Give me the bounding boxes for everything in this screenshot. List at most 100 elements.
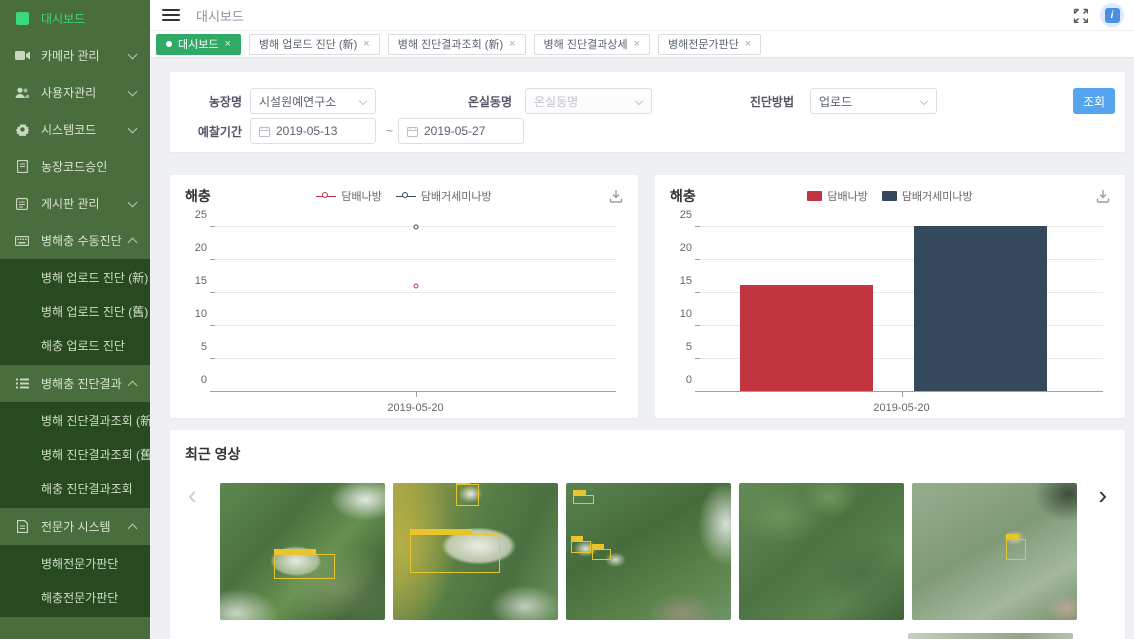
tab-0[interactable]: 대시보드 × (156, 34, 241, 55)
sidebar-item-label: 사용자관리 (41, 84, 96, 101)
filter-panel: 농장명 시설원예연구소 온실동명 온실동명 진단방법 업로드 조회 예찰기 (170, 72, 1125, 152)
file-icon (14, 519, 30, 535)
chevron-down-icon (128, 198, 138, 208)
close-tab-icon[interactable]: × (509, 38, 515, 50)
chart-plot-area: 05101520252019-05-20 (700, 227, 1103, 392)
download-icon[interactable] (1096, 189, 1110, 203)
list-icon (14, 376, 30, 392)
leaf-photo-partial[interactable] (908, 633, 1073, 639)
leaf-photo-4[interactable] (739, 483, 904, 620)
tab-4[interactable]: 병해전문가판단× (658, 34, 761, 55)
chevron-down-icon (920, 97, 928, 105)
recent-images-panel: 최근 영상 ‹ › (170, 430, 1125, 639)
method-label: 진단방법 (732, 93, 794, 110)
y-tick-label: 5 (662, 341, 692, 353)
legend-item[interactable]: 담배나방 (807, 188, 867, 204)
gridline (215, 292, 616, 293)
method-select[interactable]: 업로드 (810, 88, 937, 114)
leaf-photo-3[interactable] (566, 483, 731, 620)
legend-item[interactable]: 담배거세미나방 (396, 188, 492, 204)
data-point-담배나방[interactable] (413, 284, 418, 289)
legend-line-marker (396, 192, 416, 200)
detection-label-tag (410, 529, 472, 534)
sidebar-item-6[interactable]: 병해충 수동진단 (0, 222, 150, 259)
bar-담배거세미나방[interactable] (914, 226, 1047, 391)
x-tick-mark (902, 392, 903, 397)
legend-label: 담배거세미나방 (421, 188, 492, 204)
search-button[interactable]: 조회 (1073, 88, 1115, 114)
detection-label-tag (456, 483, 471, 484)
close-tab-icon[interactable]: × (224, 38, 230, 50)
sidebar-submenu: 병해 진단결과조회 (新)병해 진단결과조회 (舊)해충 진단결과조회 (0, 402, 150, 508)
detection-box (274, 554, 335, 579)
sidebar-item-label: 농장코드승인 (41, 158, 107, 175)
legend-swatch (807, 191, 822, 201)
sidebar-item-2[interactable]: 사용자관리 (0, 74, 150, 111)
legend-item[interactable]: 담배나방 (316, 188, 381, 204)
download-icon[interactable] (609, 189, 623, 203)
detection-box (571, 541, 591, 553)
detection-box (456, 484, 479, 506)
leaf-photo-1[interactable] (220, 483, 385, 620)
sidebar-item-1[interactable]: 카메라 관리 (0, 37, 150, 74)
sidebar-item-5[interactable]: 게시판 관리 (0, 185, 150, 222)
sidebar-subitem[interactable]: 해충전문가판단 (0, 581, 150, 615)
bar-담배나방[interactable] (740, 285, 873, 391)
period-start-input[interactable]: 2019-05-13 (250, 118, 376, 144)
sidebar-subitem[interactable]: 병해 진단결과조회 (新) (0, 404, 150, 438)
sidebar-subitem[interactable]: 병해 업로드 진단 (新) (0, 261, 150, 295)
sidebar-subitem[interactable]: 병해 진단결과조회 (舊) (0, 438, 150, 472)
tab-1[interactable]: 병해 업로드 진단 (新)× (249, 34, 380, 55)
notification-chat-icon[interactable]: i (1100, 3, 1124, 27)
y-tick-label: 5 (177, 341, 207, 353)
carousel-next-icon[interactable]: › (1098, 482, 1107, 508)
close-tab-icon[interactable]: × (363, 38, 369, 50)
sidebar-item-3[interactable]: 시스템코드 (0, 111, 150, 148)
content: 농장명 시설원예연구소 온실동명 온실동명 진단방법 업로드 조회 예찰기 (150, 59, 1134, 639)
x-tick-label: 2019-05-20 (873, 402, 929, 414)
chevron-down-icon (635, 97, 643, 105)
detection-label-tag (571, 536, 583, 541)
leaf-photo-2[interactable] (393, 483, 558, 620)
y-tick-label: 15 (662, 275, 692, 287)
sidebar-subitem[interactable]: 해충 업로드 진단 (0, 329, 150, 363)
leaf-photo-5[interactable] (912, 483, 1077, 620)
tab-bar: 대시보드×병해 업로드 진단 (新)×병해 진단결과조회 (新)×병해 진단결과… (150, 30, 1134, 58)
camera-icon (14, 48, 30, 64)
sidebar-item-8[interactable]: 전문가 시스템 (0, 508, 150, 545)
sidebar-subitem[interactable]: 병해전문가판단 (0, 547, 150, 581)
data-point-담배거세미나방[interactable] (413, 225, 418, 230)
detection-label-tag (274, 549, 315, 554)
tab-label: 대시보드 (178, 36, 218, 52)
sidebar-subitem[interactable]: 병해 업로드 진단 (舊) (0, 295, 150, 329)
y-tick-mark (695, 325, 700, 326)
close-tab-icon[interactable]: × (634, 38, 640, 50)
greenhouse-select[interactable]: 온실동명 (525, 88, 652, 114)
detection-label-tag (1006, 534, 1018, 539)
users-icon (14, 85, 30, 101)
x-tick-label: 2019-05-20 (387, 402, 443, 414)
active-tab-dot (166, 41, 172, 47)
sidebar-item-0[interactable]: 대시보드 (0, 0, 150, 37)
chart-title: 해충 (185, 186, 211, 206)
tab-label: 병해 진단결과상세 (544, 36, 628, 52)
period-end-input[interactable]: 2019-05-27 (398, 118, 524, 144)
chevron-down-icon (359, 97, 367, 105)
farm-name-select[interactable]: 시설원예연구소 (250, 88, 376, 114)
y-tick-label: 0 (177, 374, 207, 386)
gridline (215, 259, 616, 260)
board-icon (14, 196, 30, 212)
main-area: 대시보드 i 대시보드 × 병해 업로드 진단 (新)× 병해 진단결과조회 (新)×… (150, 0, 1134, 639)
sidebar-item-4[interactable]: 농장코드승인 (0, 148, 150, 185)
tab-3[interactable]: 병해 진단결과상세 × (534, 34, 650, 55)
legend-item[interactable]: 담배거세미나방 (882, 188, 973, 204)
menu-toggle-icon[interactable] (162, 9, 180, 21)
greenhouse-label: 온실동명 (450, 93, 512, 110)
tab-2[interactable]: 병해 진단결과조회 (新)× (388, 34, 526, 55)
y-tick-mark (210, 259, 215, 260)
sidebar-item-7[interactable]: 병해충 진단결과 (0, 365, 150, 402)
fullscreen-icon[interactable] (1073, 8, 1088, 23)
sidebar-subitem[interactable]: 해충 진단결과조회 (0, 472, 150, 506)
detection-box (1006, 539, 1026, 560)
close-tab-icon[interactable]: × (745, 38, 751, 50)
